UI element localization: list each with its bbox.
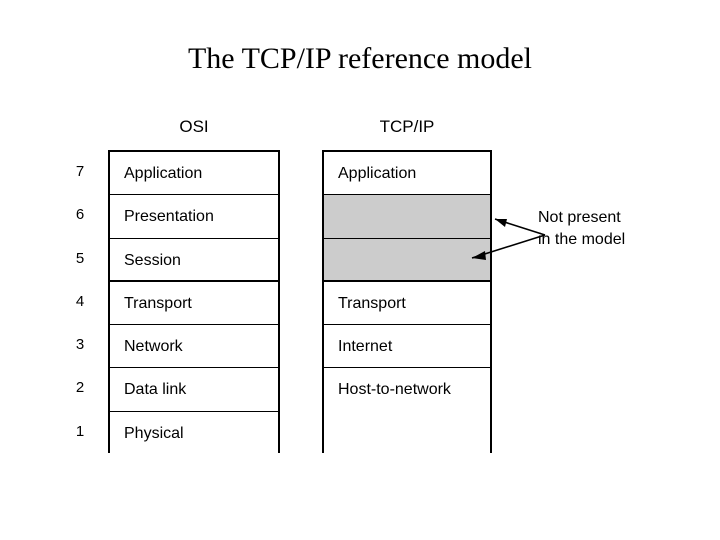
osi-layer-label: Presentation xyxy=(124,208,214,226)
tcpip-layer-application: Application xyxy=(324,152,490,196)
layer-number-7: 7 xyxy=(75,163,85,180)
osi-layer-session: Session xyxy=(110,238,278,282)
layer-number-1: 1 xyxy=(75,422,85,440)
layer-number-6: 6 xyxy=(75,206,85,224)
layer-number-4: 4 xyxy=(75,292,85,310)
osi-layer-label: Data link xyxy=(124,381,187,399)
osi-layer-label: Network xyxy=(124,338,183,356)
column-header-osi: OSI xyxy=(179,117,209,136)
tcpip-layer-internet: Internet xyxy=(324,325,490,369)
osi-layer-label: Physical xyxy=(124,424,184,442)
layer-number-gutter: 7 6 5 4 3 2 1 xyxy=(62,150,98,453)
osi-layer-physical: Physical xyxy=(110,411,278,456)
layer-number-2: 2 xyxy=(75,379,85,397)
osi-layer-presentation: Presentation xyxy=(110,195,278,239)
osi-layer-data-link: Data link xyxy=(110,368,278,412)
osi-layer-transport: Transport xyxy=(110,281,278,326)
layer-number-3: 3 xyxy=(75,336,85,354)
osi-layer-label: Application xyxy=(124,165,203,182)
callout-line-2: in the model xyxy=(538,231,626,248)
tcpip-layer-label: Transport xyxy=(338,294,406,312)
osi-layer-application: Application xyxy=(110,152,278,196)
callout-line-1: Not present xyxy=(538,209,621,226)
layer-number-5: 5 xyxy=(75,249,85,267)
osi-layer-stack: Application Presentation Session Transpo… xyxy=(108,150,280,456)
column-header-tcpip: TCP/IP xyxy=(379,117,435,136)
tcpip-layer-host-to-network: Host-to-network xyxy=(324,368,490,456)
page-title: The TCP/IP reference model xyxy=(187,42,533,75)
tcpip-layer-label: Host-to-network xyxy=(338,381,451,399)
osi-layer-network: Network xyxy=(110,325,278,369)
slide-canvas: The TCP/IP reference model OSI TCP/IP 7 … xyxy=(0,0,720,540)
osi-layer-label: Session xyxy=(124,251,181,269)
tcpip-layer-label: Application xyxy=(338,165,417,182)
tcpip-layer-label: Internet xyxy=(338,338,393,356)
osi-layer-label: Transport xyxy=(124,294,192,312)
callout-label: Not present in the model xyxy=(538,207,708,251)
tcpip-layer-transport: Transport xyxy=(324,281,490,326)
